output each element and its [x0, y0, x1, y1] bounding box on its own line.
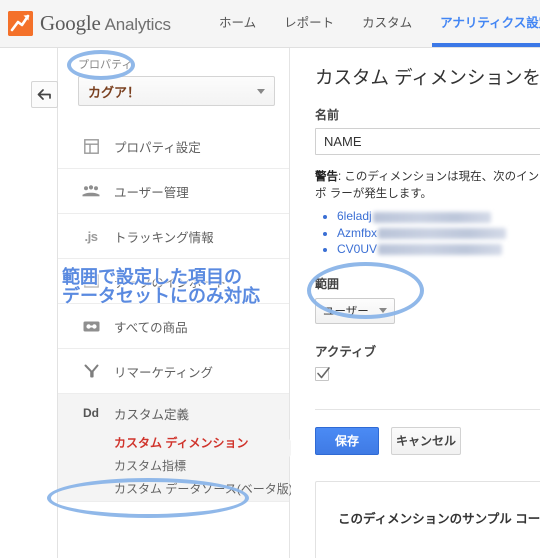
- import-icon: [80, 274, 102, 288]
- redacted-block: [372, 211, 491, 223]
- analytics-logo-icon: [8, 11, 33, 36]
- sidebar-item-label: データのインポート: [114, 275, 227, 290]
- list-item: CV0UV: [337, 241, 540, 257]
- redacted-block: [378, 227, 507, 239]
- sidebar-item-label: すべての商品: [114, 320, 188, 335]
- sidebar-item-label: トラッキング情報: [114, 230, 214, 245]
- property-settings-icon: [80, 138, 102, 154]
- dd-icon: Dd: [83, 406, 99, 420]
- sample-code-panel: このディメンションのサンプル コー: [315, 480, 540, 558]
- scope-field-label: 範囲: [315, 276, 340, 291]
- sidebar-item-custom-definitions[interactable]: Dd カスタム定義: [58, 394, 289, 432]
- back-button[interactable]: [31, 81, 58, 108]
- sidebar-subitem-custom-data-sources[interactable]: カスタム データソース(ベータ版): [58, 478, 293, 501]
- active-field-label: アクティブ: [315, 344, 377, 359]
- nav-item-home[interactable]: ホーム: [205, 0, 270, 47]
- warning-item-text: Azmfbx: [337, 225, 378, 240]
- warning-prefix: 警告: [315, 171, 338, 183]
- warning-item-text: CV0UV: [337, 241, 378, 256]
- sidebar-item-user-management[interactable]: ユーザー管理: [58, 169, 289, 214]
- js-icon: .js: [84, 228, 98, 244]
- admin-sidebar: プロパティ カグア！ プロパティ設定 ユーザー管理 .js トラッキング情報 デ…: [58, 48, 298, 558]
- sidebar-item-tracking-info[interactable]: .js トラッキング情報: [58, 214, 289, 259]
- brand-google: Google: [40, 11, 101, 35]
- main-panel: カスタム ディメンションを編集 名前 警告: このディメンションは現在、次のイン…: [291, 48, 540, 558]
- brand-logo[interactable]: Google Analytics: [0, 11, 171, 36]
- brand-text: Google Analytics: [40, 11, 171, 36]
- list-item: 6leladj: [337, 208, 540, 224]
- chevron-down-icon: [379, 308, 387, 314]
- warning-body: : このディメンションは現在、次のインポ ラーが発生します。: [315, 171, 540, 200]
- top-nav: ホーム レポート カスタム アナリティクス設定: [205, 0, 540, 47]
- property-selector[interactable]: カグア！: [78, 76, 275, 106]
- name-field-label: 名前: [315, 108, 340, 122]
- sidebar-item-property-settings[interactable]: プロパティ設定: [58, 124, 289, 169]
- sidebar-item-remarketing[interactable]: リマーケティング: [58, 349, 289, 394]
- products-icon: [80, 320, 102, 333]
- warning-item-text: 6leladj: [337, 209, 372, 224]
- sidebar-subitem-custom-metrics[interactable]: カスタム指標: [58, 455, 289, 478]
- sidebar-item-label: カスタム定義: [114, 407, 190, 422]
- sidebar-nav-list: プロパティ設定 ユーザー管理 .js トラッキング情報 データのインポート すべ…: [58, 124, 298, 502]
- nav-item-admin[interactable]: アナリティクス設定: [426, 0, 540, 47]
- sidebar-item-data-import[interactable]: データのインポート: [58, 259, 289, 304]
- list-item: Azmfbx: [337, 225, 540, 241]
- remarketing-icon: [80, 364, 102, 378]
- form-actions: 保存 キャンセル: [315, 426, 540, 455]
- sidebar-section-custom-definitions: Dd カスタム定義 カスタム ディメンション カスタム指標 カスタム データソー…: [58, 394, 298, 502]
- sample-code-title: このディメンションのサンプル コー: [338, 511, 540, 526]
- warning-list: 6leladj Azmfbx CV0UV: [315, 208, 540, 257]
- active-checkbox[interactable]: [315, 366, 330, 381]
- redacted-block: [378, 244, 503, 256]
- sidebar-item-label: プロパティ設定: [114, 140, 201, 155]
- nav-item-custom[interactable]: カスタム: [348, 0, 426, 47]
- cancel-button[interactable]: キャンセル: [391, 426, 461, 455]
- property-label: プロパティ: [78, 59, 133, 71]
- sidebar-item-all-products[interactable]: すべての商品: [58, 304, 289, 349]
- property-selector-value: カグア！: [88, 84, 141, 100]
- sidebar-subitem-custom-dimensions[interactable]: カスタム ディメンション: [58, 432, 289, 455]
- page-title: カスタム ディメンションを編集: [315, 67, 540, 88]
- chevron-down-icon: [257, 88, 265, 94]
- sidebar-item-label: リマーケティング: [114, 365, 214, 380]
- app-header: GoogleAnalytics ホーム レポート カスタム アナリティクス設定: [0, 0, 540, 48]
- warning-message: 警告: このディメンションは現在、次のインポ ラーが発生します。 6leladj…: [315, 169, 540, 257]
- save-button[interactable]: 保存: [315, 426, 379, 455]
- brand-analytics: Analytics: [104, 15, 171, 34]
- users-icon: [80, 185, 102, 197]
- left-rail: [0, 48, 62, 558]
- page-body: プロパティ カグア！ プロパティ設定 ユーザー管理 .js トラッキング情報 デ…: [0, 48, 540, 558]
- form-divider: [315, 408, 540, 410]
- scope-select-value: ユーザー: [323, 305, 369, 318]
- nav-item-reports[interactable]: レポート: [270, 0, 348, 47]
- name-input[interactable]: [315, 128, 540, 155]
- sidebar-item-label: ユーザー管理: [114, 185, 189, 200]
- back-arrow-icon: [37, 88, 52, 101]
- scope-select[interactable]: ユーザー: [315, 297, 395, 324]
